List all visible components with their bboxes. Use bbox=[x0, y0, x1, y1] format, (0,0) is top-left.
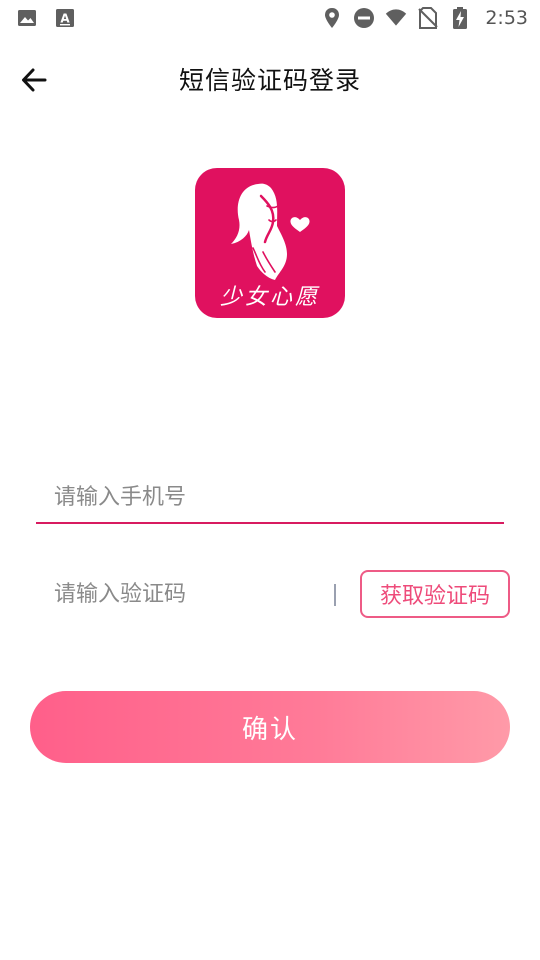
sms-login-screen: A 2:53 短信验证码登录 少女心愿 请输入手机号 请输入验证码 获取验证码 … bbox=[0, 0, 540, 960]
a-notification-icon: A bbox=[54, 7, 76, 29]
battery-charging-icon bbox=[449, 7, 471, 29]
status-bar-left: A bbox=[16, 7, 76, 29]
image-icon bbox=[16, 7, 38, 29]
app-logo: 少女心愿 bbox=[195, 168, 345, 318]
page-title: 短信验证码登录 bbox=[178, 66, 361, 95]
arrow-left-icon bbox=[22, 68, 47, 92]
status-time: 2:53 bbox=[485, 7, 528, 29]
get-code-button[interactable]: 获取验证码 bbox=[360, 570, 510, 618]
logo-illustration: 少女心愿 bbox=[220, 183, 320, 310]
phone-input-row bbox=[36, 472, 504, 524]
dnd-icon bbox=[353, 7, 375, 29]
heart-icon bbox=[290, 217, 310, 232]
code-input-row: 获取验证码 bbox=[36, 566, 510, 622]
divider bbox=[334, 584, 336, 606]
no-sim-icon bbox=[417, 7, 439, 29]
status-bar: A 2:53 bbox=[0, 0, 540, 36]
back-button[interactable] bbox=[16, 62, 52, 98]
code-input[interactable] bbox=[36, 569, 316, 619]
confirm-button[interactable]: 确认 bbox=[30, 691, 510, 763]
header: 短信验证码登录 bbox=[0, 48, 540, 110]
wifi-icon bbox=[385, 7, 407, 29]
status-bar-right: 2:53 bbox=[321, 7, 528, 29]
svg-text:A: A bbox=[60, 12, 70, 26]
location-icon bbox=[321, 7, 343, 29]
phone-input[interactable] bbox=[36, 472, 504, 522]
logo-text: 少女心愿 bbox=[220, 285, 320, 310]
